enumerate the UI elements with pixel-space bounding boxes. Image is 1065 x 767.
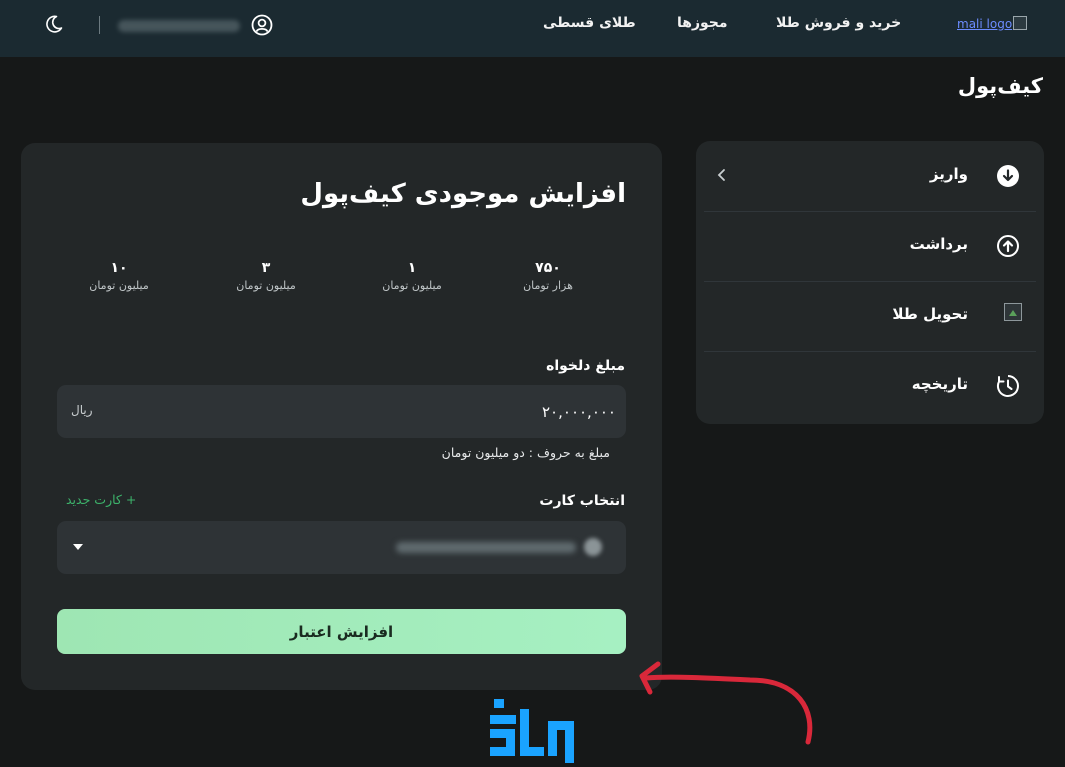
moon-icon[interactable] [44, 14, 64, 34]
chevron-left-icon [717, 169, 725, 181]
preset-unit: میلیون تومان [89, 279, 149, 292]
wallet-topup-card: افزایش موجودی کیف‌پول ۷۵۰ هزار تومان ۱ م… [21, 143, 662, 690]
sidebar-item-label: برداشت [909, 235, 968, 253]
sidebar-item-label: تاریخچه [911, 375, 968, 393]
preset-value: ۱ [407, 260, 417, 276]
broken-image-icon [1004, 303, 1022, 321]
amount-unit: ریال [71, 403, 93, 417]
amount-in-words: مبلغ به حروف : دو میلیون تومان [441, 445, 610, 460]
download-icon [997, 165, 1019, 187]
bank-logo-blurred [584, 538, 602, 556]
history-icon [996, 375, 1019, 397]
preset-value: ۱۰ [110, 260, 128, 276]
amount-label: مبلغ دلخواه [546, 358, 625, 374]
divider [99, 16, 100, 34]
nav-buy-sell-gold[interactable]: خرید و فروش طلا [776, 15, 901, 31]
preset-amount-3m[interactable]: ۳ میلیون تومان [206, 260, 326, 292]
preset-amount-10m[interactable]: ۱۰ میلیون تومان [59, 260, 179, 292]
logo-alt-text: mali logo [957, 17, 1013, 31]
top-navigation-bar: mali logo خرید و فروش طلا مجوزها طلای قس… [0, 0, 1065, 57]
nav-licenses[interactable]: مجوزها [677, 15, 728, 31]
upload-icon [997, 235, 1019, 257]
preset-unit: میلیون تومان [236, 279, 296, 292]
card-select-label: انتخاب کارت [539, 493, 625, 509]
sidebar-item-withdraw[interactable]: برداشت [696, 211, 1044, 281]
sidebar-item-deposit[interactable]: واریز [696, 141, 1044, 211]
amount-field: ریال [57, 385, 626, 438]
amount-input[interactable] [316, 399, 616, 425]
user-name-blurred[interactable] [118, 20, 240, 32]
broken-image-icon [1013, 16, 1028, 30]
wallet-sidebar: واریز برداشت تحویل طلا تاریخچه [696, 141, 1044, 424]
card-title: افزایش موجودی کیف‌پول [300, 179, 626, 209]
preset-unit: میلیون تومان [382, 279, 442, 292]
sidebar-item-label: تحویل طلا [892, 305, 968, 323]
nav-installment-gold[interactable]: طلای قسطی [543, 15, 636, 31]
preset-amount-1m[interactable]: ۱ میلیون تومان [352, 260, 472, 292]
brand-logo[interactable]: mali logo [957, 16, 1028, 31]
preset-unit: هزار تومان [523, 279, 573, 292]
page-title: کیف‌پول [957, 74, 1043, 98]
card-number-blurred [396, 542, 576, 553]
preset-amount-750k[interactable]: ۷۵۰ هزار تومان [488, 260, 608, 292]
preset-value: ۷۵۰ [535, 260, 561, 276]
sidebar-item-label: واریز [929, 165, 968, 183]
card-select-dropdown[interactable] [57, 521, 626, 574]
watermark-logo [490, 699, 574, 763]
user-icon[interactable] [251, 14, 273, 36]
caret-down-icon [73, 544, 83, 550]
increase-credit-button[interactable]: افزایش اعتبار [57, 609, 626, 654]
sidebar-item-gold-delivery[interactable]: تحویل طلا [696, 281, 1044, 351]
preset-value: ۳ [261, 260, 271, 276]
annotation-arrow [639, 661, 813, 745]
add-new-card-link[interactable]: + کارت جدید [66, 492, 136, 507]
sidebar-item-history[interactable]: تاریخچه [696, 351, 1044, 421]
